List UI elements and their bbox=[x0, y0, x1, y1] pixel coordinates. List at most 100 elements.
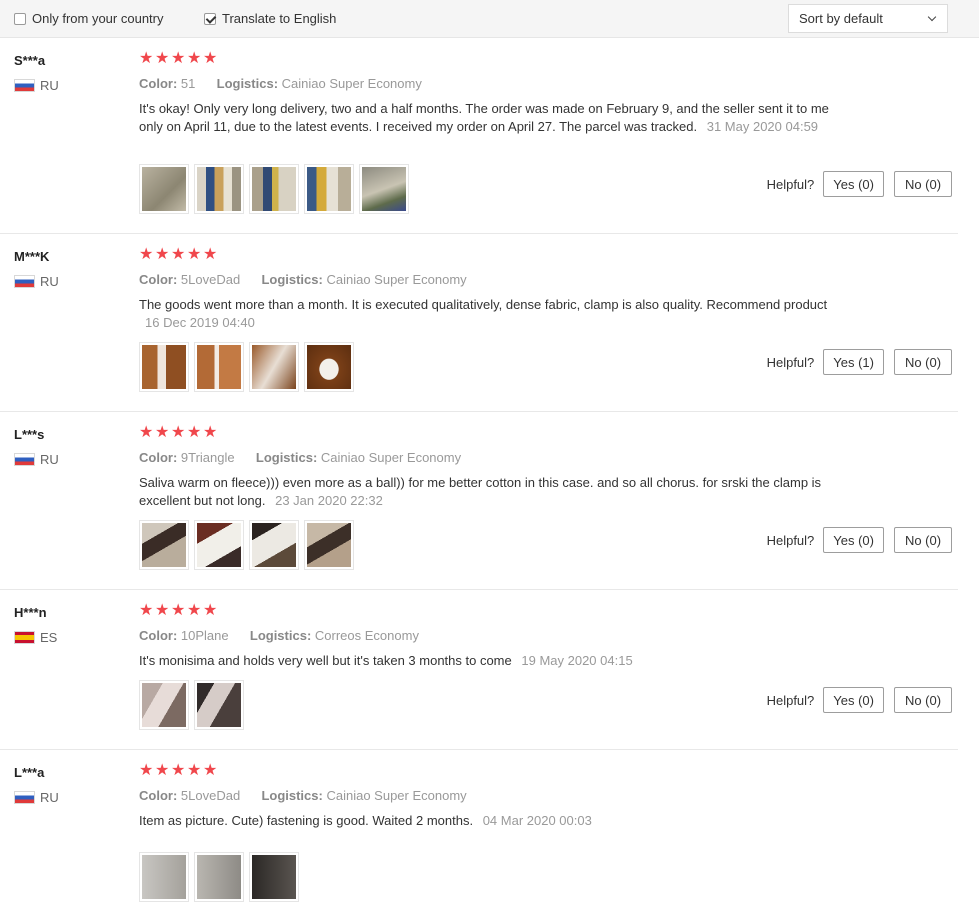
review-thumbnail[interactable] bbox=[139, 852, 189, 902]
reviewer-name: L***s bbox=[14, 427, 45, 442]
reviewer-name: L***a bbox=[14, 765, 45, 780]
star-rating: ★ ★ ★ ★ ★ bbox=[139, 50, 218, 67]
helpful-vote: Helpful? Yes (0) No (0) bbox=[767, 171, 952, 197]
color-key: Color: bbox=[139, 450, 178, 465]
helpful-yes-button[interactable]: Yes (0) bbox=[823, 171, 884, 197]
review-thumbnail[interactable] bbox=[304, 342, 354, 392]
country-code: ES bbox=[40, 630, 58, 645]
star-icon: ★ bbox=[171, 50, 186, 67]
star-icon: ★ bbox=[187, 762, 202, 779]
review-item: L***a RU ★ ★ ★ ★ ★ Color: 5LoveDad Logis… bbox=[0, 750, 958, 902]
review-date: 16 Dec 2019 04:40 bbox=[145, 315, 255, 330]
reviewer-country: ES bbox=[14, 630, 57, 645]
logistics-value: Cainiao Super Economy bbox=[326, 788, 467, 803]
color-key: Color: bbox=[139, 628, 178, 643]
order-info: Color: 5LoveDad Logistics: Cainiao Super… bbox=[139, 272, 467, 287]
logistics-key: Logistics: bbox=[261, 272, 323, 287]
reviewer-country: RU bbox=[14, 78, 59, 93]
helpful-yes-button[interactable]: Yes (1) bbox=[823, 349, 884, 375]
review-thumbnail[interactable] bbox=[249, 342, 299, 392]
review-thumbnail[interactable] bbox=[139, 164, 189, 214]
translate-to-english-label: Translate to English bbox=[222, 11, 337, 26]
review-body: Item as picture. Cute) fastening is good… bbox=[139, 813, 474, 828]
helpful-no-button[interactable]: No (0) bbox=[894, 687, 952, 713]
star-icon: ★ bbox=[139, 50, 154, 67]
star-icon: ★ bbox=[171, 246, 186, 263]
order-info: Color: 5LoveDad Logistics: Cainiao Super… bbox=[139, 788, 467, 803]
review-thumbnail[interactable] bbox=[139, 342, 189, 392]
star-icon: ★ bbox=[155, 762, 170, 779]
star-icon: ★ bbox=[203, 50, 218, 67]
spain-flag-icon bbox=[14, 631, 35, 644]
logistics-key: Logistics: bbox=[216, 76, 279, 91]
review-body: It's monisima and holds very well but it… bbox=[139, 653, 512, 668]
review-thumbnail[interactable] bbox=[194, 680, 244, 730]
color-key: Color: bbox=[139, 272, 178, 287]
review-thumbnail[interactable] bbox=[194, 342, 244, 392]
review-thumbnail[interactable] bbox=[249, 520, 299, 570]
color-key: Color: bbox=[139, 788, 178, 803]
star-icon: ★ bbox=[203, 762, 218, 779]
review-text: It's monisima and holds very well but it… bbox=[139, 652, 844, 670]
only-from-country-checkbox[interactable]: Only from your country bbox=[14, 11, 164, 26]
review-item: S***a RU ★ ★ ★ ★ ★ Color: 51 Logistics: … bbox=[0, 38, 958, 234]
helpful-no-button[interactable]: No (0) bbox=[894, 527, 952, 553]
helpful-yes-button[interactable]: Yes (0) bbox=[823, 687, 884, 713]
star-icon: ★ bbox=[155, 424, 170, 441]
review-list: S***a RU ★ ★ ★ ★ ★ Color: 51 Logistics: … bbox=[0, 38, 979, 902]
star-icon: ★ bbox=[187, 602, 202, 619]
review-images bbox=[139, 164, 409, 214]
star-icon: ★ bbox=[187, 246, 202, 263]
review-body: Saliva warm on fleece))) even more as a … bbox=[139, 475, 822, 508]
star-icon: ★ bbox=[171, 602, 186, 619]
star-icon: ★ bbox=[171, 424, 186, 441]
color-value: 5LoveDad bbox=[180, 272, 241, 287]
review-thumbnail[interactable] bbox=[194, 852, 244, 902]
order-info: Color: 9Triangle Logistics: Cainiao Supe… bbox=[139, 450, 461, 465]
translate-to-english-checkbox[interactable]: Translate to English bbox=[204, 11, 336, 26]
star-rating: ★ ★ ★ ★ ★ bbox=[139, 246, 217, 263]
star-icon: ★ bbox=[171, 762, 186, 779]
helpful-no-button[interactable]: No (0) bbox=[894, 171, 952, 197]
review-item: H***n ES ★ ★ ★ ★ ★ Color: 10Plane Logist… bbox=[0, 590, 958, 750]
review-images bbox=[139, 680, 244, 730]
review-thumbnail[interactable] bbox=[304, 520, 354, 570]
russia-flag-icon bbox=[14, 791, 35, 804]
review-images bbox=[139, 342, 354, 392]
review-thumbnail[interactable] bbox=[194, 520, 244, 570]
review-thumbnail[interactable] bbox=[304, 164, 354, 214]
review-thumbnail[interactable] bbox=[249, 164, 299, 214]
sort-select-value: Sort by default bbox=[799, 11, 883, 26]
star-icon: ★ bbox=[139, 246, 154, 263]
color-value: 10Plane bbox=[180, 628, 229, 643]
review-thumbnail[interactable] bbox=[359, 164, 409, 214]
reviewer-name: S***a bbox=[14, 53, 46, 68]
color-key: Color: bbox=[139, 76, 178, 91]
color-value: 5LoveDad bbox=[180, 788, 241, 803]
review-date: 31 May 2020 04:59 bbox=[706, 119, 819, 134]
star-rating: ★ ★ ★ ★ ★ bbox=[139, 762, 218, 779]
review-thumbnail[interactable] bbox=[139, 680, 189, 730]
helpful-yes-button[interactable]: Yes (0) bbox=[823, 527, 884, 553]
star-icon: ★ bbox=[155, 50, 170, 67]
color-value: 51 bbox=[180, 76, 196, 91]
star-icon: ★ bbox=[139, 762, 154, 779]
helpful-vote: Helpful? Yes (0) No (0) bbox=[767, 527, 952, 553]
order-info: Color: 10Plane Logistics: Correos Econom… bbox=[139, 628, 419, 643]
star-icon: ★ bbox=[187, 424, 202, 441]
review-thumbnail[interactable] bbox=[249, 852, 299, 902]
sort-select[interactable]: Sort by default bbox=[788, 4, 948, 33]
filter-bar: Only from your country Translate to Engl… bbox=[0, 0, 979, 38]
review-thumbnail[interactable] bbox=[139, 520, 189, 570]
chevron-down-icon bbox=[927, 12, 937, 22]
star-icon: ★ bbox=[155, 602, 170, 619]
checkbox-box[interactable] bbox=[14, 12, 26, 25]
reviewer-name: H***n bbox=[14, 605, 47, 620]
order-info: Color: 51 Logistics: Cainiao Super Econo… bbox=[139, 76, 422, 91]
checkbox-box-checked[interactable] bbox=[204, 12, 216, 25]
helpful-label: Helpful? bbox=[766, 354, 815, 370]
helpful-label: Helpful? bbox=[766, 532, 815, 548]
review-thumbnail[interactable] bbox=[194, 164, 244, 214]
helpful-no-button[interactable]: No (0) bbox=[894, 349, 952, 375]
logistics-key: Logistics: bbox=[249, 628, 312, 643]
